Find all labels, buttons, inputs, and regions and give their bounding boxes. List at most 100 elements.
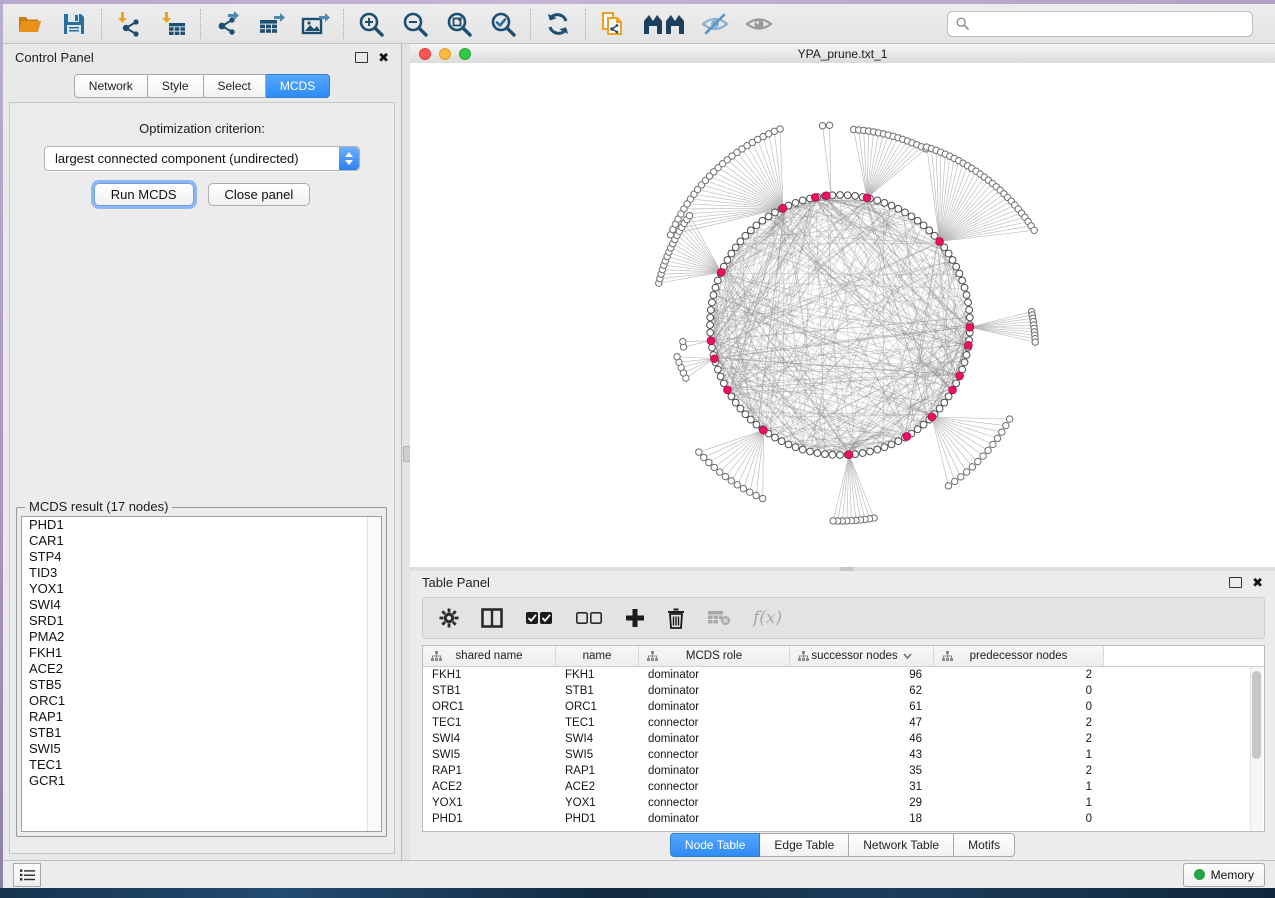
cell-mcds_role[interactable]: dominator: [639, 733, 790, 745]
clone-network-button[interactable]: [598, 9, 628, 39]
cell-name[interactable]: RAP1: [556, 765, 639, 777]
search-input[interactable]: [975, 16, 1244, 32]
cell-mcds_role[interactable]: dominator: [639, 813, 790, 825]
first-neighbors-button[interactable]: [642, 9, 686, 39]
cell-successor_nodes[interactable]: 18: [790, 813, 934, 825]
network-view-titlebar[interactable]: YPA_prune.txt_1: [410, 44, 1275, 64]
tab-network[interactable]: Network: [74, 74, 148, 98]
open-file-button[interactable]: [15, 9, 45, 39]
column-header-shared_name[interactable]: shared name: [423, 646, 556, 666]
column-header-mcds_role[interactable]: MCDS role: [639, 646, 790, 666]
mcds-result-node[interactable]: FKH1: [22, 645, 381, 661]
cell-mcds_role[interactable]: dominator: [639, 701, 790, 713]
mcds-result-node[interactable]: ACE2: [22, 661, 381, 677]
show-columns-button[interactable]: [481, 608, 503, 628]
table-row[interactable]: STB1STB1dominator620: [423, 683, 1264, 699]
control-panel-close-button[interactable]: ✖: [378, 51, 389, 64]
table-row[interactable]: FKH1FKH1dominator962: [423, 667, 1264, 683]
export-image-button[interactable]: [301, 9, 331, 39]
table-row[interactable]: YOX1YOX1connector291: [423, 795, 1264, 811]
table-row[interactable]: TEC1TEC1connector472: [423, 715, 1264, 731]
import-table-button[interactable]: [158, 9, 188, 39]
cell-successor_nodes[interactable]: 35: [790, 765, 934, 777]
mcds-result-node[interactable]: STB5: [22, 677, 381, 693]
table-row[interactable]: PHD1PHD1dominator180: [423, 811, 1264, 827]
cell-shared_name[interactable]: ORC1: [423, 701, 556, 713]
cell-successor_nodes[interactable]: 61: [790, 701, 934, 713]
tab-node-table[interactable]: Node Table: [670, 833, 761, 857]
cell-predecessor_nodes[interactable]: 0: [934, 813, 1104, 825]
task-history-button[interactable]: [13, 863, 41, 887]
zoom-selected-button[interactable]: [488, 9, 518, 39]
network-canvas[interactable]: [410, 63, 1275, 567]
cell-successor_nodes[interactable]: 29: [790, 797, 934, 809]
mcds-result-node[interactable]: STP4: [22, 549, 381, 565]
cell-name[interactable]: ACE2: [556, 781, 639, 793]
tab-mcds[interactable]: MCDS: [266, 74, 330, 98]
cell-successor_nodes[interactable]: 46: [790, 733, 934, 745]
table-panel-float-button[interactable]: [1229, 577, 1242, 588]
table-row[interactable]: SWI4SWI4dominator462: [423, 731, 1264, 747]
mcds-result-node[interactable]: RAP1: [22, 709, 381, 725]
table-row[interactable]: RAP1RAP1dominator352: [423, 763, 1264, 779]
cell-predecessor_nodes[interactable]: 2: [934, 717, 1104, 729]
run-mcds-button[interactable]: Run MCDS: [94, 183, 194, 206]
cell-mcds_role[interactable]: connector: [639, 749, 790, 761]
mcds-result-node[interactable]: PMA2: [22, 629, 381, 645]
cell-name[interactable]: FKH1: [556, 669, 639, 681]
zoom-fit-button[interactable]: [444, 9, 474, 39]
cell-name[interactable]: PHD1: [556, 813, 639, 825]
cell-mcds_role[interactable]: dominator: [639, 765, 790, 777]
control-panel-float-button[interactable]: [355, 52, 368, 63]
delete-column-button[interactable]: [667, 608, 685, 629]
mcds-result-list[interactable]: PHD1CAR1STP4TID3YOX1SWI4SRD1PMA2FKH1ACE2…: [21, 516, 382, 832]
node-table[interactable]: shared namenameMCDS rolesuccessor nodesp…: [422, 645, 1265, 832]
cell-mcds_role[interactable]: connector: [639, 717, 790, 729]
network-search-box[interactable]: [947, 11, 1253, 37]
export-table-button[interactable]: [257, 9, 287, 39]
cell-shared_name[interactable]: ACE2: [423, 781, 556, 793]
memory-button[interactable]: Memory: [1183, 863, 1265, 887]
cell-predecessor_nodes[interactable]: 0: [934, 701, 1104, 713]
cell-predecessor_nodes[interactable]: 0: [934, 685, 1104, 697]
mcds-result-node[interactable]: PHD1: [22, 517, 381, 533]
cell-name[interactable]: SWI4: [556, 733, 639, 745]
cell-successor_nodes[interactable]: 31: [790, 781, 934, 793]
cell-shared_name[interactable]: SWI5: [423, 749, 556, 761]
apply-layout-button[interactable]: [543, 9, 573, 39]
cell-predecessor_nodes[interactable]: 1: [934, 797, 1104, 809]
cell-shared_name[interactable]: PHD1: [423, 813, 556, 825]
cell-shared_name[interactable]: RAP1: [423, 765, 556, 777]
table-row[interactable]: ORC1ORC1dominator610: [423, 699, 1264, 715]
mcds-result-node[interactable]: SWI5: [22, 741, 381, 757]
cell-predecessor_nodes[interactable]: 1: [934, 749, 1104, 761]
cell-shared_name[interactable]: FKH1: [423, 669, 556, 681]
column-header-predecessor_nodes[interactable]: predecessor nodes: [934, 646, 1104, 666]
tab-motifs[interactable]: Motifs: [954, 833, 1015, 857]
cell-shared_name[interactable]: STB1: [423, 685, 556, 697]
cell-predecessor_nodes[interactable]: 2: [934, 733, 1104, 745]
mcds-result-node[interactable]: CAR1: [22, 533, 381, 549]
mcds-result-node[interactable]: SRD1: [22, 613, 381, 629]
close-panel-button[interactable]: Close panel: [208, 183, 311, 206]
show-all-button[interactable]: [744, 9, 774, 39]
hide-selected-button[interactable]: [700, 9, 730, 39]
cell-mcds_role[interactable]: connector: [639, 781, 790, 793]
optimization-criterion-select[interactable]: largest connected component (undirected): [44, 146, 360, 171]
mcds-result-node[interactable]: GCR1: [22, 773, 381, 789]
cell-name[interactable]: ORC1: [556, 701, 639, 713]
select-all-columns-button[interactable]: [525, 611, 553, 625]
mcds-result-node[interactable]: ORC1: [22, 693, 381, 709]
cell-mcds_role[interactable]: connector: [639, 797, 790, 809]
cell-mcds_role[interactable]: dominator: [639, 669, 790, 681]
tab-select[interactable]: Select: [204, 74, 266, 98]
result-list-scrollbar[interactable]: [367, 517, 381, 831]
cell-name[interactable]: SWI5: [556, 749, 639, 761]
cell-name[interactable]: TEC1: [556, 717, 639, 729]
cell-predecessor_nodes[interactable]: 2: [934, 669, 1104, 681]
cell-shared_name[interactable]: TEC1: [423, 717, 556, 729]
table-panel-close-button[interactable]: ✖: [1252, 576, 1263, 589]
cell-successor_nodes[interactable]: 43: [790, 749, 934, 761]
zoom-in-button[interactable]: [356, 9, 386, 39]
cell-mcds_role[interactable]: dominator: [639, 685, 790, 697]
